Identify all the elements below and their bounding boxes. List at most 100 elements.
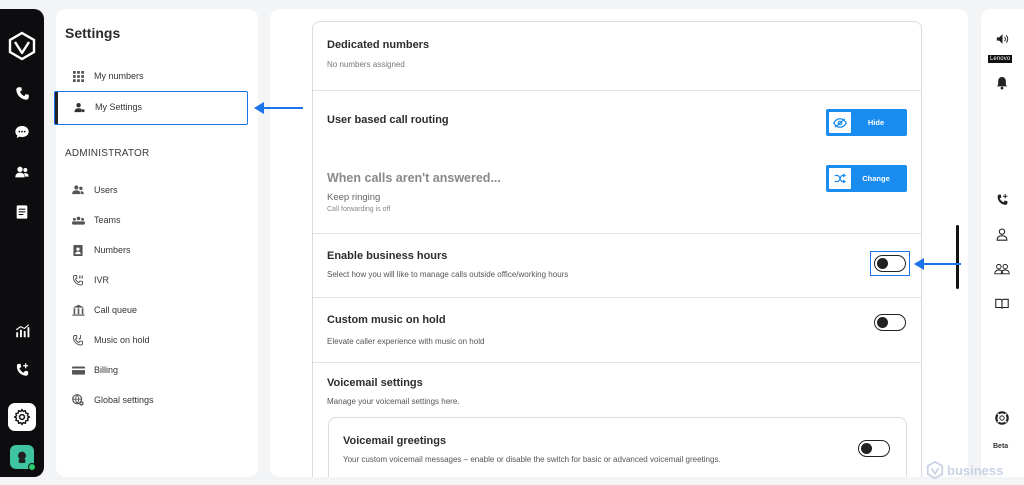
call-routing-title: User based call routing (327, 114, 449, 126)
sidebar-item-my-numbers[interactable]: My numbers (71, 68, 144, 84)
sidebar-item-label: My numbers (94, 71, 144, 81)
globe-gear-icon (71, 393, 85, 407)
annotation-arrow-left (254, 102, 303, 114)
bell-icon[interactable] (994, 75, 1010, 91)
online-status-dot (28, 463, 36, 471)
settings-sidebar: Settings My numbers My Settings ADMINIST… (54, 9, 258, 477)
user-icon[interactable] (994, 226, 1010, 242)
users-icon (71, 183, 85, 197)
user-gear-icon (72, 100, 86, 114)
toggle-knob (877, 258, 888, 269)
unanswered-section: When calls aren't answered... Keep ringi… (327, 171, 907, 213)
unanswered-value: Keep ringing (327, 192, 381, 203)
watermark-logo-icon (926, 461, 944, 479)
book-icon[interactable] (994, 296, 1010, 312)
sidebar-item-billing[interactable]: Billing (71, 362, 118, 378)
change-button[interactable]: Change (826, 165, 907, 192)
chat-icon[interactable] (11, 121, 33, 143)
sidebar-item-label: Billing (94, 365, 119, 375)
music-on-hold-section: Custom music on hold Elevate caller expe… (327, 314, 907, 346)
speaker-icon[interactable] (994, 31, 1010, 47)
music-on-hold-toggle[interactable] (874, 314, 906, 331)
hide-button[interactable]: Hide (826, 109, 907, 136)
gear-icon (13, 408, 31, 426)
sidebar-title: Settings (65, 25, 121, 41)
business-hours-section: Enable business hours Select how you wil… (327, 250, 907, 279)
watermark-text: business (947, 462, 1004, 478)
right-rail: Lenovo Beta (981, 9, 1024, 477)
app-rail (0, 9, 44, 477)
admin-section-title: ADMINISTRATOR (65, 148, 150, 159)
voicemail-title: Voicemail settings (327, 377, 423, 389)
voicemail-greetings-toggle[interactable] (858, 440, 890, 457)
sidebar-item-teams[interactable]: Teams (71, 212, 121, 228)
sidebar-item-users[interactable]: Users (71, 182, 118, 198)
sidebar-item-label: Teams (94, 215, 121, 225)
analytics-icon[interactable] (11, 320, 33, 342)
business-hours-description: Select how you will like to manage calls… (327, 270, 569, 279)
phone-icon[interactable] (11, 82, 33, 104)
hide-button-label: Hide (867, 118, 885, 127)
teams-icon (71, 213, 85, 227)
voicemail-section: Voicemail settings Manage your voicemail… (327, 377, 907, 406)
avatar[interactable] (10, 445, 36, 471)
shuffle-icon (829, 168, 851, 189)
sidebar-item-label: Numbers (94, 245, 131, 255)
unanswered-title: When calls aren't answered... (327, 171, 501, 185)
notes-icon[interactable] (11, 201, 33, 223)
voicemail-greetings-description: Your custom voicemail messages – enable … (343, 455, 721, 464)
active-indicator (55, 92, 58, 124)
settings-button[interactable] (8, 403, 36, 431)
watermark: business (926, 461, 1003, 479)
eye-off-icon (829, 112, 851, 133)
sidebar-item-global-settings[interactable]: Global settings (71, 392, 154, 408)
sidebar-item-label: My Settings (95, 102, 143, 112)
voicemail-greetings-card: Voicemail greetings Your custom voicemai… (328, 417, 907, 477)
voicemail-description: Manage your voicemail settings here. (327, 397, 460, 406)
dedicated-numbers-section: Dedicated numbers No numbers assigned (327, 39, 907, 69)
card-icon (71, 363, 85, 377)
group-icon[interactable] (994, 261, 1010, 277)
change-button-label: Change (862, 174, 890, 183)
business-hours-title: Enable business hours (327, 250, 448, 262)
divider (313, 297, 921, 298)
main-panel: Dedicated numbers No numbers assigned Us… (270, 9, 968, 477)
sidebar-item-label: IVR (94, 275, 110, 285)
add-call-icon[interactable] (11, 358, 33, 380)
sidebar-item-ivr[interactable]: IVR (71, 272, 109, 288)
dedicated-numbers-title: Dedicated numbers (327, 39, 430, 51)
grid-icon (71, 69, 85, 83)
divider (313, 90, 921, 91)
toggle-knob (861, 443, 872, 454)
sidebar-item-label: Users (94, 185, 118, 195)
settings-card: Dedicated numbers No numbers assigned Us… (312, 21, 922, 477)
app-logo-icon[interactable] (7, 31, 37, 61)
help-lifebuoy-icon[interactable] (994, 410, 1010, 426)
divider (313, 362, 921, 363)
voicemail-greetings-title: Voicemail greetings (343, 435, 447, 447)
music-on-hold-title: Custom music on hold (327, 314, 446, 326)
id-card-icon (71, 243, 85, 257)
beta-badge: Beta (993, 443, 1009, 450)
call-routing-section: User based call routing (327, 114, 907, 126)
sidebar-item-numbers[interactable]: Numbers (71, 242, 131, 258)
call-queue-icon (71, 303, 85, 317)
ivr-icon (71, 273, 85, 287)
sidebar-item-my-settings[interactable]: My Settings (54, 91, 248, 125)
dedicated-numbers-status: No numbers assigned (327, 60, 405, 69)
call-forwarding-status: Call forwarding is off (327, 206, 391, 213)
sidebar-item-call-queue[interactable]: Call queue (71, 302, 137, 318)
business-hours-toggle[interactable] (874, 255, 906, 272)
sidebar-item-label: Call queue (94, 305, 138, 315)
annotation-arrow-right (914, 258, 961, 270)
sidebar-item-label: Global settings (94, 395, 154, 405)
sidebar-item-label: Music on hold (94, 335, 150, 345)
add-call-icon[interactable] (994, 191, 1010, 207)
sidebar-item-music-on-hold[interactable]: Music on hold (71, 332, 150, 348)
toggle-knob (877, 317, 888, 328)
contacts-icon[interactable] (11, 161, 33, 183)
scrollbar-thumb[interactable] (956, 225, 959, 289)
divider (313, 233, 921, 234)
music-phone-icon (71, 333, 85, 347)
music-on-hold-description: Elevate caller experience with music on … (327, 337, 485, 346)
